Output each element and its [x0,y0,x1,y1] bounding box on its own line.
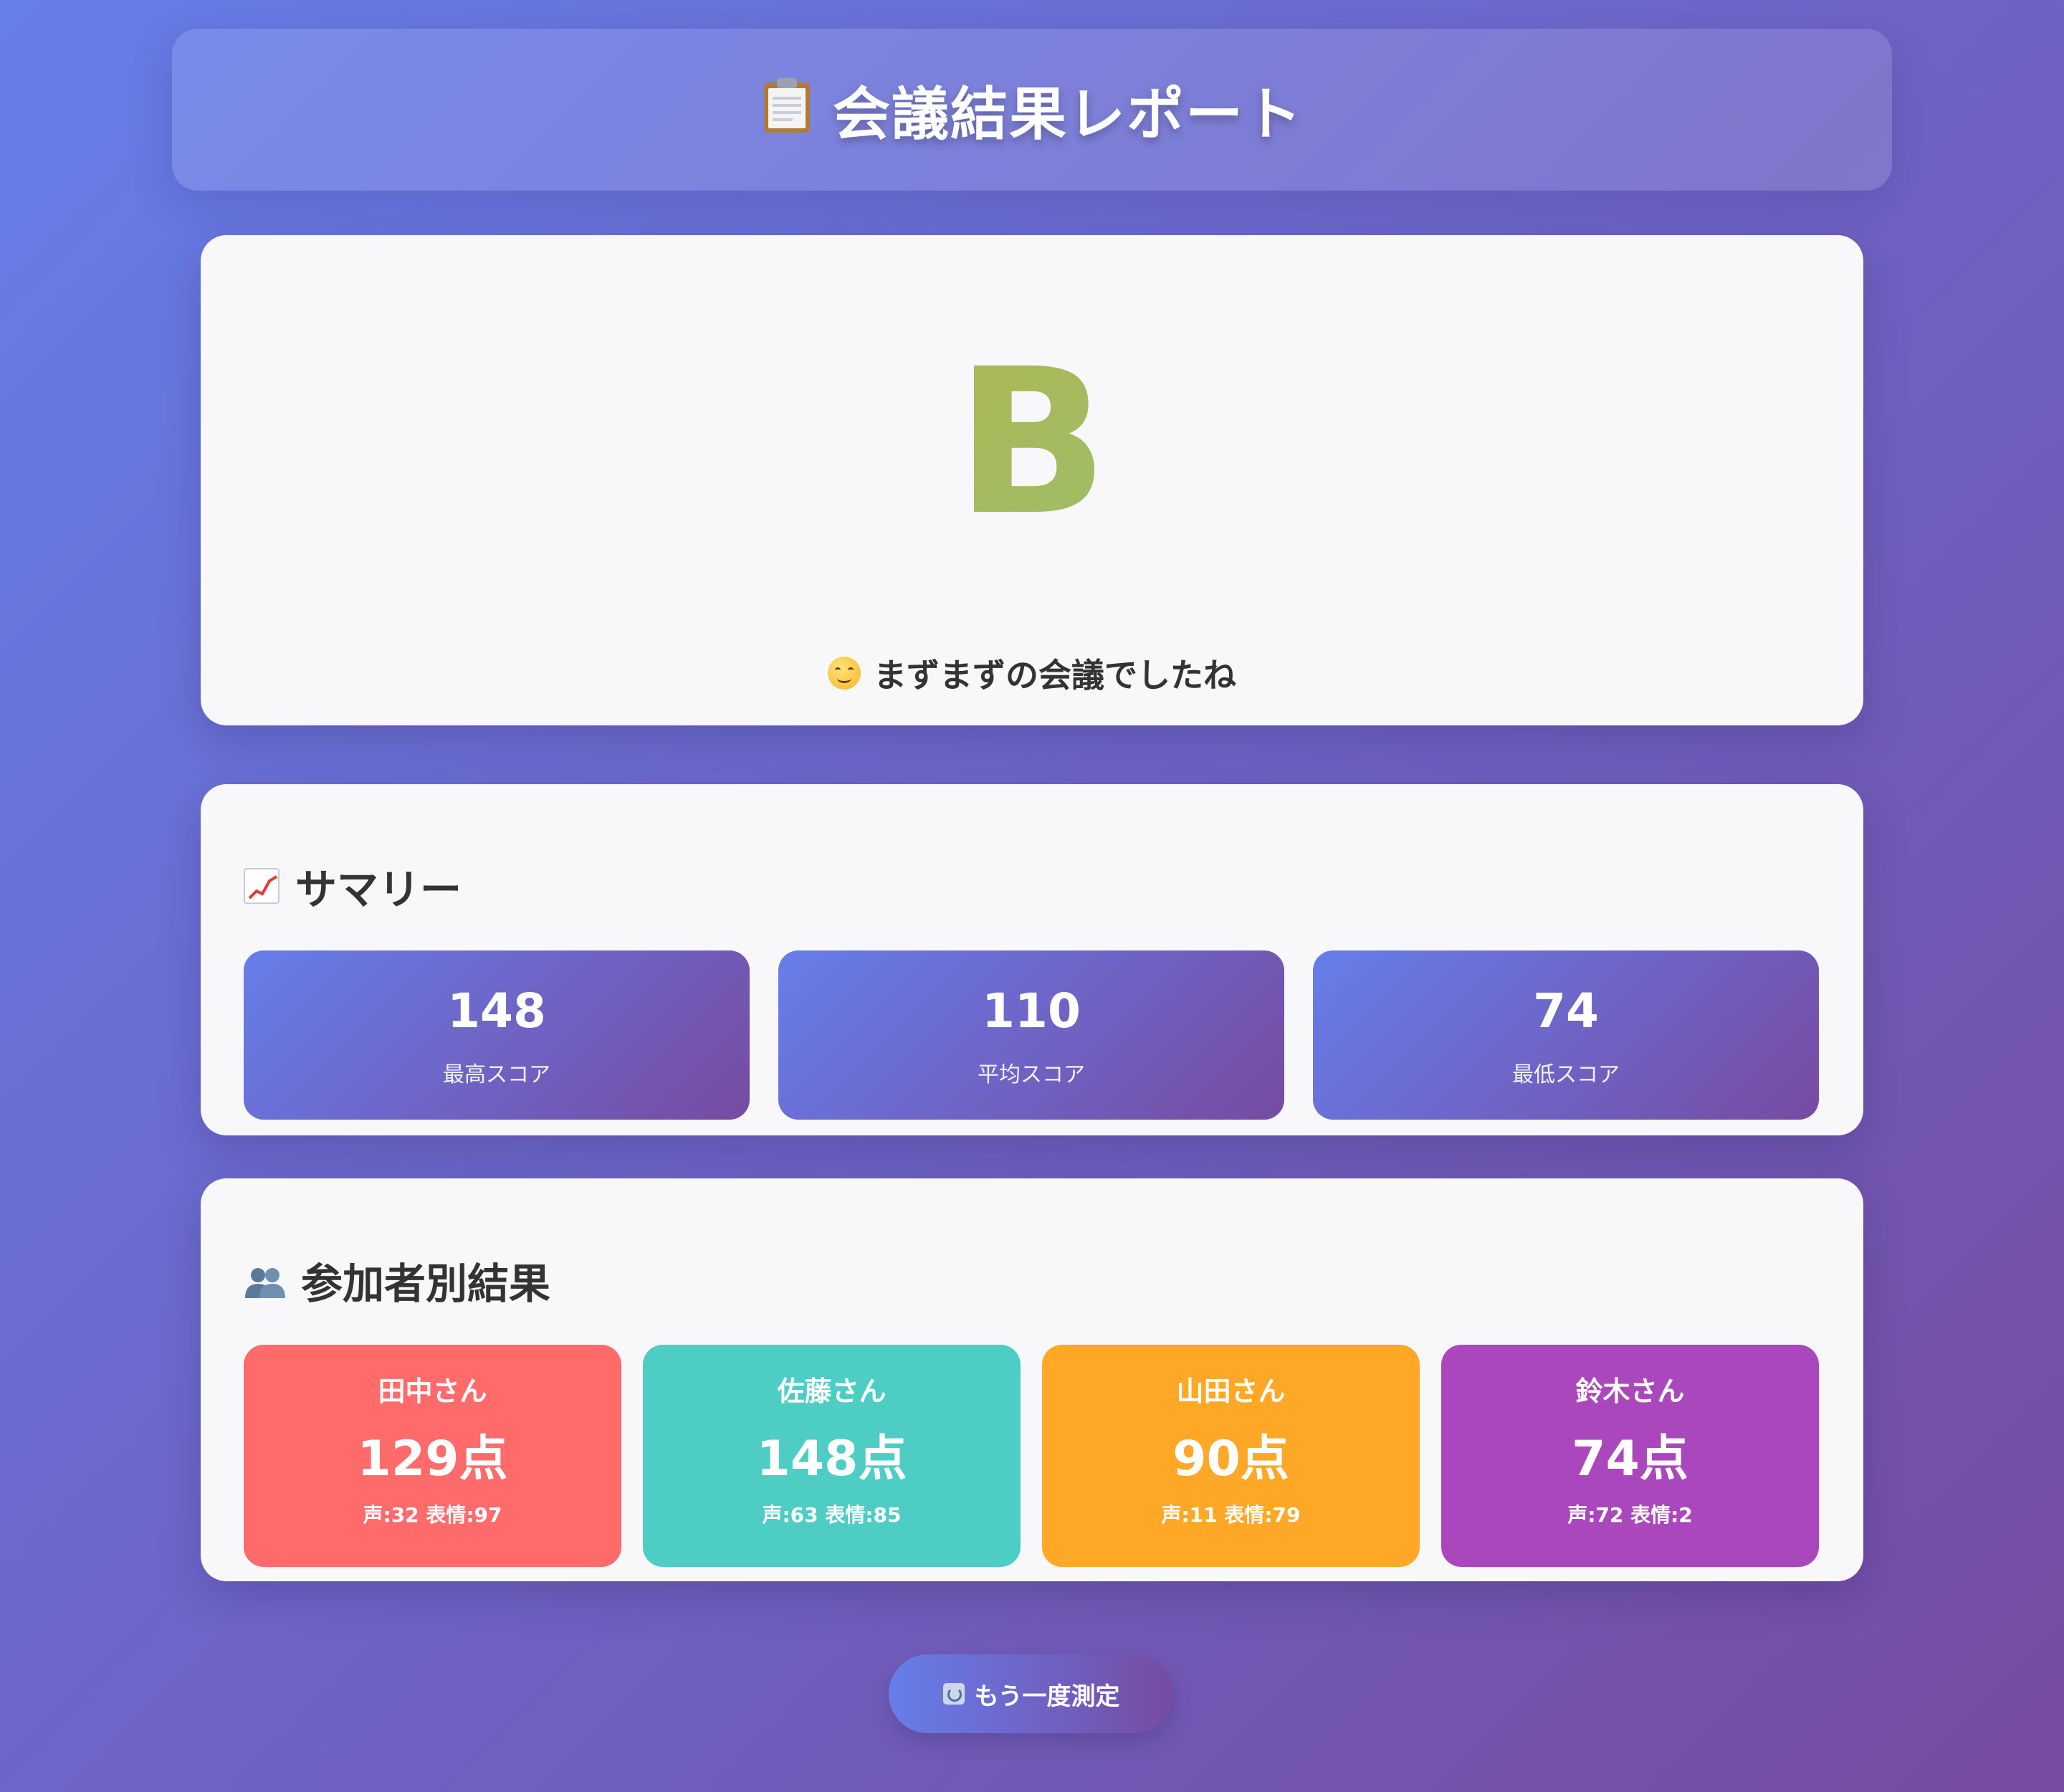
participant-name: 鈴木さん [1575,1376,1685,1407]
participants-card: 参加者別結果 田中さん 129点 声:32 表情:97 佐藤さん 148点 声:… [201,1178,1863,1581]
participant-detail: 声:63 表情:85 [762,1503,902,1527]
stat-value: 110 [982,983,1081,1039]
participant-name: 田中さん [378,1376,487,1407]
stat-max: 148 最高スコア [244,950,750,1120]
stat-average: 110 平均スコア [778,950,1284,1120]
participant-detail: 声:32 表情:97 [363,1503,502,1527]
grade-message-text: まずまずの会議でしたね [874,656,1236,695]
smile-icon [828,657,861,690]
people-icon [244,1262,285,1298]
participant-detail: 声:72 表情:2 [1567,1503,1693,1527]
participant-list: 田中さん 129点 声:32 表情:97 佐藤さん 148点 声:63 表情:8… [244,1345,1819,1567]
participants-title: 参加者別結果 [301,1259,551,1308]
participant-detail: 声:11 表情:79 [1161,1503,1301,1527]
participant-card: 鈴木さん 74点 声:72 表情:2 [1441,1345,1819,1567]
stat-label: 最低スコア [1512,1062,1620,1087]
participant-score: 74点 [1572,1431,1688,1487]
participant-name: 佐藤さん [777,1376,887,1407]
stat-value: 74 [1533,983,1599,1039]
summary-card: サマリー 148 最高スコア 110 平均スコア 74 最低スコア [201,784,1863,1135]
page-title: 会議結果レポート [833,81,1303,148]
retry-button-label: もう一度測定 [974,1682,1120,1711]
stat-label: 平均スコア [978,1062,1085,1087]
retry-button[interactable]: もう一度測定 [889,1654,1174,1733]
participant-card: 佐藤さん 148点 声:63 表情:85 [643,1345,1021,1567]
stat-value: 148 [447,983,546,1039]
stat-label: 最高スコア [443,1062,550,1087]
refresh-icon [942,1683,965,1705]
summary-stats: 148 最高スコア 110 平均スコア 74 最低スコア [244,950,1819,1120]
participant-card: 山田さん 90点 声:11 表情:79 [1042,1345,1420,1567]
participant-score: 90点 [1172,1431,1289,1487]
chart-increasing-icon [244,868,280,904]
grade-message: まずまずの会議でしたね [201,649,1863,697]
grade-card: B まずまずの会議でしたね [201,235,1863,725]
participant-score: 129点 [357,1431,508,1487]
participant-card: 田中さん 129点 声:32 表情:97 [244,1345,621,1567]
participant-name: 山田さん [1176,1376,1286,1407]
summary-heading: サマリー [244,856,462,916]
report-container: 会議結果レポート B まずまずの会議でしたね サマリー 148 最高スコア 11… [172,29,1892,1581]
report-header: 会議結果レポート [172,29,1892,191]
participant-score: 148点 [756,1431,907,1487]
summary-title: サマリー [295,865,462,914]
grade-letter: B [201,343,1863,543]
clipboard-icon [761,77,813,143]
participants-heading: 参加者別結果 [244,1250,550,1310]
stat-min: 74 最低スコア [1313,950,1819,1120]
